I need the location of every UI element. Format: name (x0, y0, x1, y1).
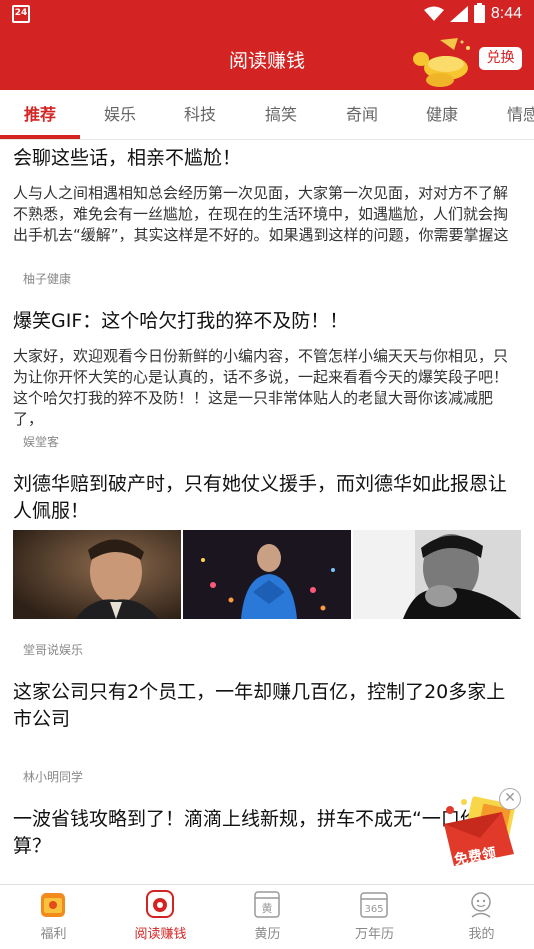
active-tab-indicator (0, 135, 80, 139)
gift-icon (41, 893, 65, 917)
portrait-photo (13, 530, 181, 619)
battery-icon (473, 3, 485, 23)
tab-recommend[interactable]: 推荐 (0, 90, 80, 139)
calendar-notification-icon: 24 (12, 5, 30, 23)
tab-funny[interactable]: 搞笑 (241, 90, 321, 139)
tab-health[interactable]: 健康 (402, 90, 482, 139)
bottom-navigation: 福利 阅读赚钱 黄 黄历 365 万年历 我的 (0, 884, 534, 949)
article-card[interactable]: 这家公司只有2个员工，一年却赚几百亿，控制了20多家上市公司 (13, 679, 521, 733)
svg-text:365: 365 (364, 904, 383, 915)
coin-pile-icon (413, 38, 470, 87)
article-source: 林小明同学 (23, 770, 84, 784)
category-tabs: 推荐 娱乐 科技 搞笑 奇闻 健康 情感 (0, 90, 534, 140)
article-card[interactable]: 刘德华赔到破产时，只有她仗义援手，而刘德华如此报恩让人佩服！ (13, 471, 521, 525)
article-thumbnails[interactable] (13, 530, 521, 619)
almanac-icon: 黄 (254, 891, 280, 918)
close-icon[interactable]: ✕ (499, 788, 521, 810)
article-title: 会聊这些话，相亲不尴尬！ (13, 147, 242, 169)
tab-oddities[interactable]: 奇闻 (322, 90, 402, 139)
article-source: 柚子健康 (23, 272, 72, 286)
article-card[interactable]: 会聊这些话，相亲不尴尬！ 人与人之间相遇相知总会经历第一次见面，大家第一次见面，… (13, 145, 521, 246)
svg-text:黄: 黄 (262, 901, 273, 915)
tab-entertainment[interactable]: 娱乐 (80, 90, 160, 139)
article-title: 这家公司只有2个员工，一年却赚几百亿，控制了20多家上市公司 (13, 681, 506, 730)
read-earn-icon (146, 890, 174, 918)
signal-icon (449, 6, 468, 22)
concert-photo (183, 530, 351, 619)
tab-tech[interactable]: 科技 (160, 90, 240, 139)
nav-item-welfare[interactable]: 福利 (0, 885, 107, 949)
article-title: 爆笑GIF：这个哈欠打我的猝不及防！！ (13, 310, 349, 332)
exchange-button[interactable]: 兑换 (479, 47, 522, 70)
black-white-photo (353, 530, 521, 619)
tab-emotion[interactable]: 情感 (481, 90, 534, 139)
app-header: 阅读赚钱 兑换 (0, 28, 534, 90)
article-summary: 大家好，欢迎观看今日份新鲜的小编内容，不管怎样小编天天与你相见，只为让你开怀大笑… (13, 347, 509, 428)
status-bar: 24 8:44 (0, 0, 534, 28)
nav-item-calendar[interactable]: 365 万年历 (321, 885, 428, 949)
profile-icon (471, 892, 491, 918)
nav-item-read-earn[interactable]: 阅读赚钱 (107, 885, 214, 949)
calendar-icon: 365 (360, 892, 388, 918)
article-title: 刘德华赔到破产时，只有她仗义援手，而刘德华如此报恩让人佩服！ (13, 473, 508, 522)
nav-item-profile[interactable]: 我的 (428, 885, 534, 949)
clock: 8:44 (490, 5, 522, 22)
nav-item-almanac[interactable]: 黄 黄历 (214, 885, 321, 949)
article-card[interactable]: 爆笑GIF：这个哈欠打我的猝不及防！！ 大家好，欢迎观看今日份新鲜的小编内容，不… (13, 308, 521, 430)
article-summary: 人与人之间相遇相知总会经历第一次见面，大家第一次见面，对对方不了解不熟悉，难免会… (13, 184, 509, 244)
article-source: 娱堂客 (23, 435, 60, 449)
article-source: 堂哥说娱乐 (23, 643, 84, 657)
wifi-icon (423, 6, 444, 21)
